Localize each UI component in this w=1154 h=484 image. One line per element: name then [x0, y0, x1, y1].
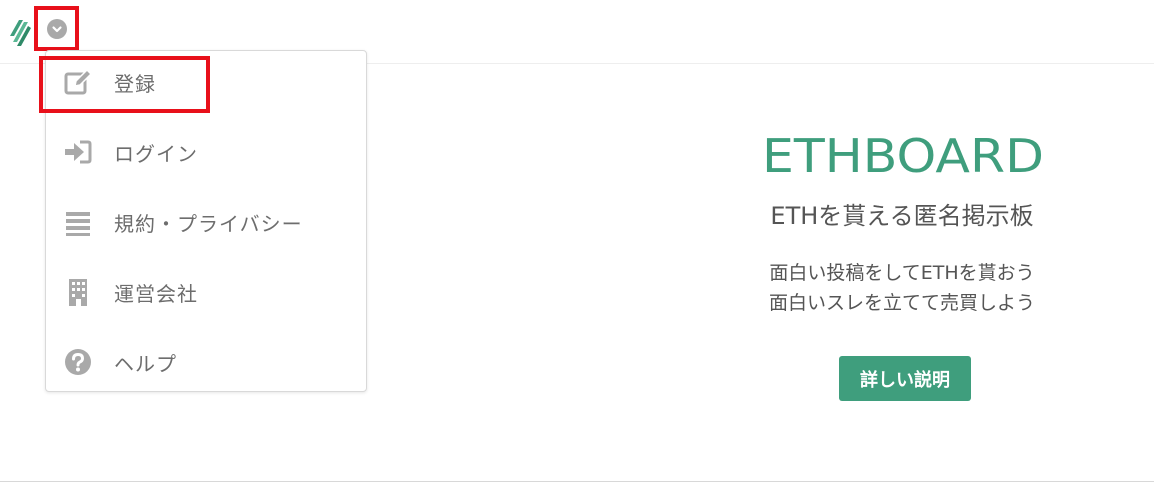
menu-item-login[interactable]: ログイン [46, 127, 366, 177]
menu-item-label: ヘルプ [114, 351, 177, 376]
brand-logo: ETHBOARD [762, 134, 1044, 178]
menu-item-label: 運営会社 [114, 281, 198, 306]
menu-item-company[interactable]: 運営会社 [46, 267, 366, 317]
menu-item-label: ログイン [114, 141, 198, 166]
detail-button[interactable]: 詳しい説明 [839, 356, 971, 401]
dropdown-menu: 登録 ログイン 規約・プライバシー 運営会社 ヘルプ [45, 50, 367, 392]
edit-icon [63, 67, 93, 97]
chevron-down-circle-icon [46, 18, 67, 39]
brand-name: ETHBOARD [762, 134, 1044, 178]
list-icon [63, 207, 93, 237]
tagline: ETHを貰える匿名掲示板 [770, 202, 1034, 230]
menu-item-help[interactable]: ヘルプ [46, 337, 366, 387]
menu-item-register[interactable]: 登録 [46, 57, 366, 107]
sign-in-icon [63, 137, 93, 167]
menu-item-label: 登録 [114, 71, 156, 96]
description-line-2: 面白いスレを立てて売買しよう [768, 292, 1035, 314]
menu-item-terms-privacy[interactable]: 規約・プライバシー [46, 197, 366, 247]
question-circle-icon [63, 347, 93, 377]
footer-divider [0, 481, 1154, 482]
ethboard-leaf-logo-icon[interactable] [8, 12, 32, 48]
menu-item-label: 規約・プライバシー [114, 211, 303, 236]
building-icon [63, 277, 93, 307]
description-line-1: 面白い投稿をしてETHを貰おう [769, 262, 1035, 284]
page: 登録 ログイン 規約・プライバシー 運営会社 ヘルプ ETHBOARD ETHを… [0, 0, 1154, 484]
menu-dropdown-toggle[interactable] [34, 6, 79, 51]
